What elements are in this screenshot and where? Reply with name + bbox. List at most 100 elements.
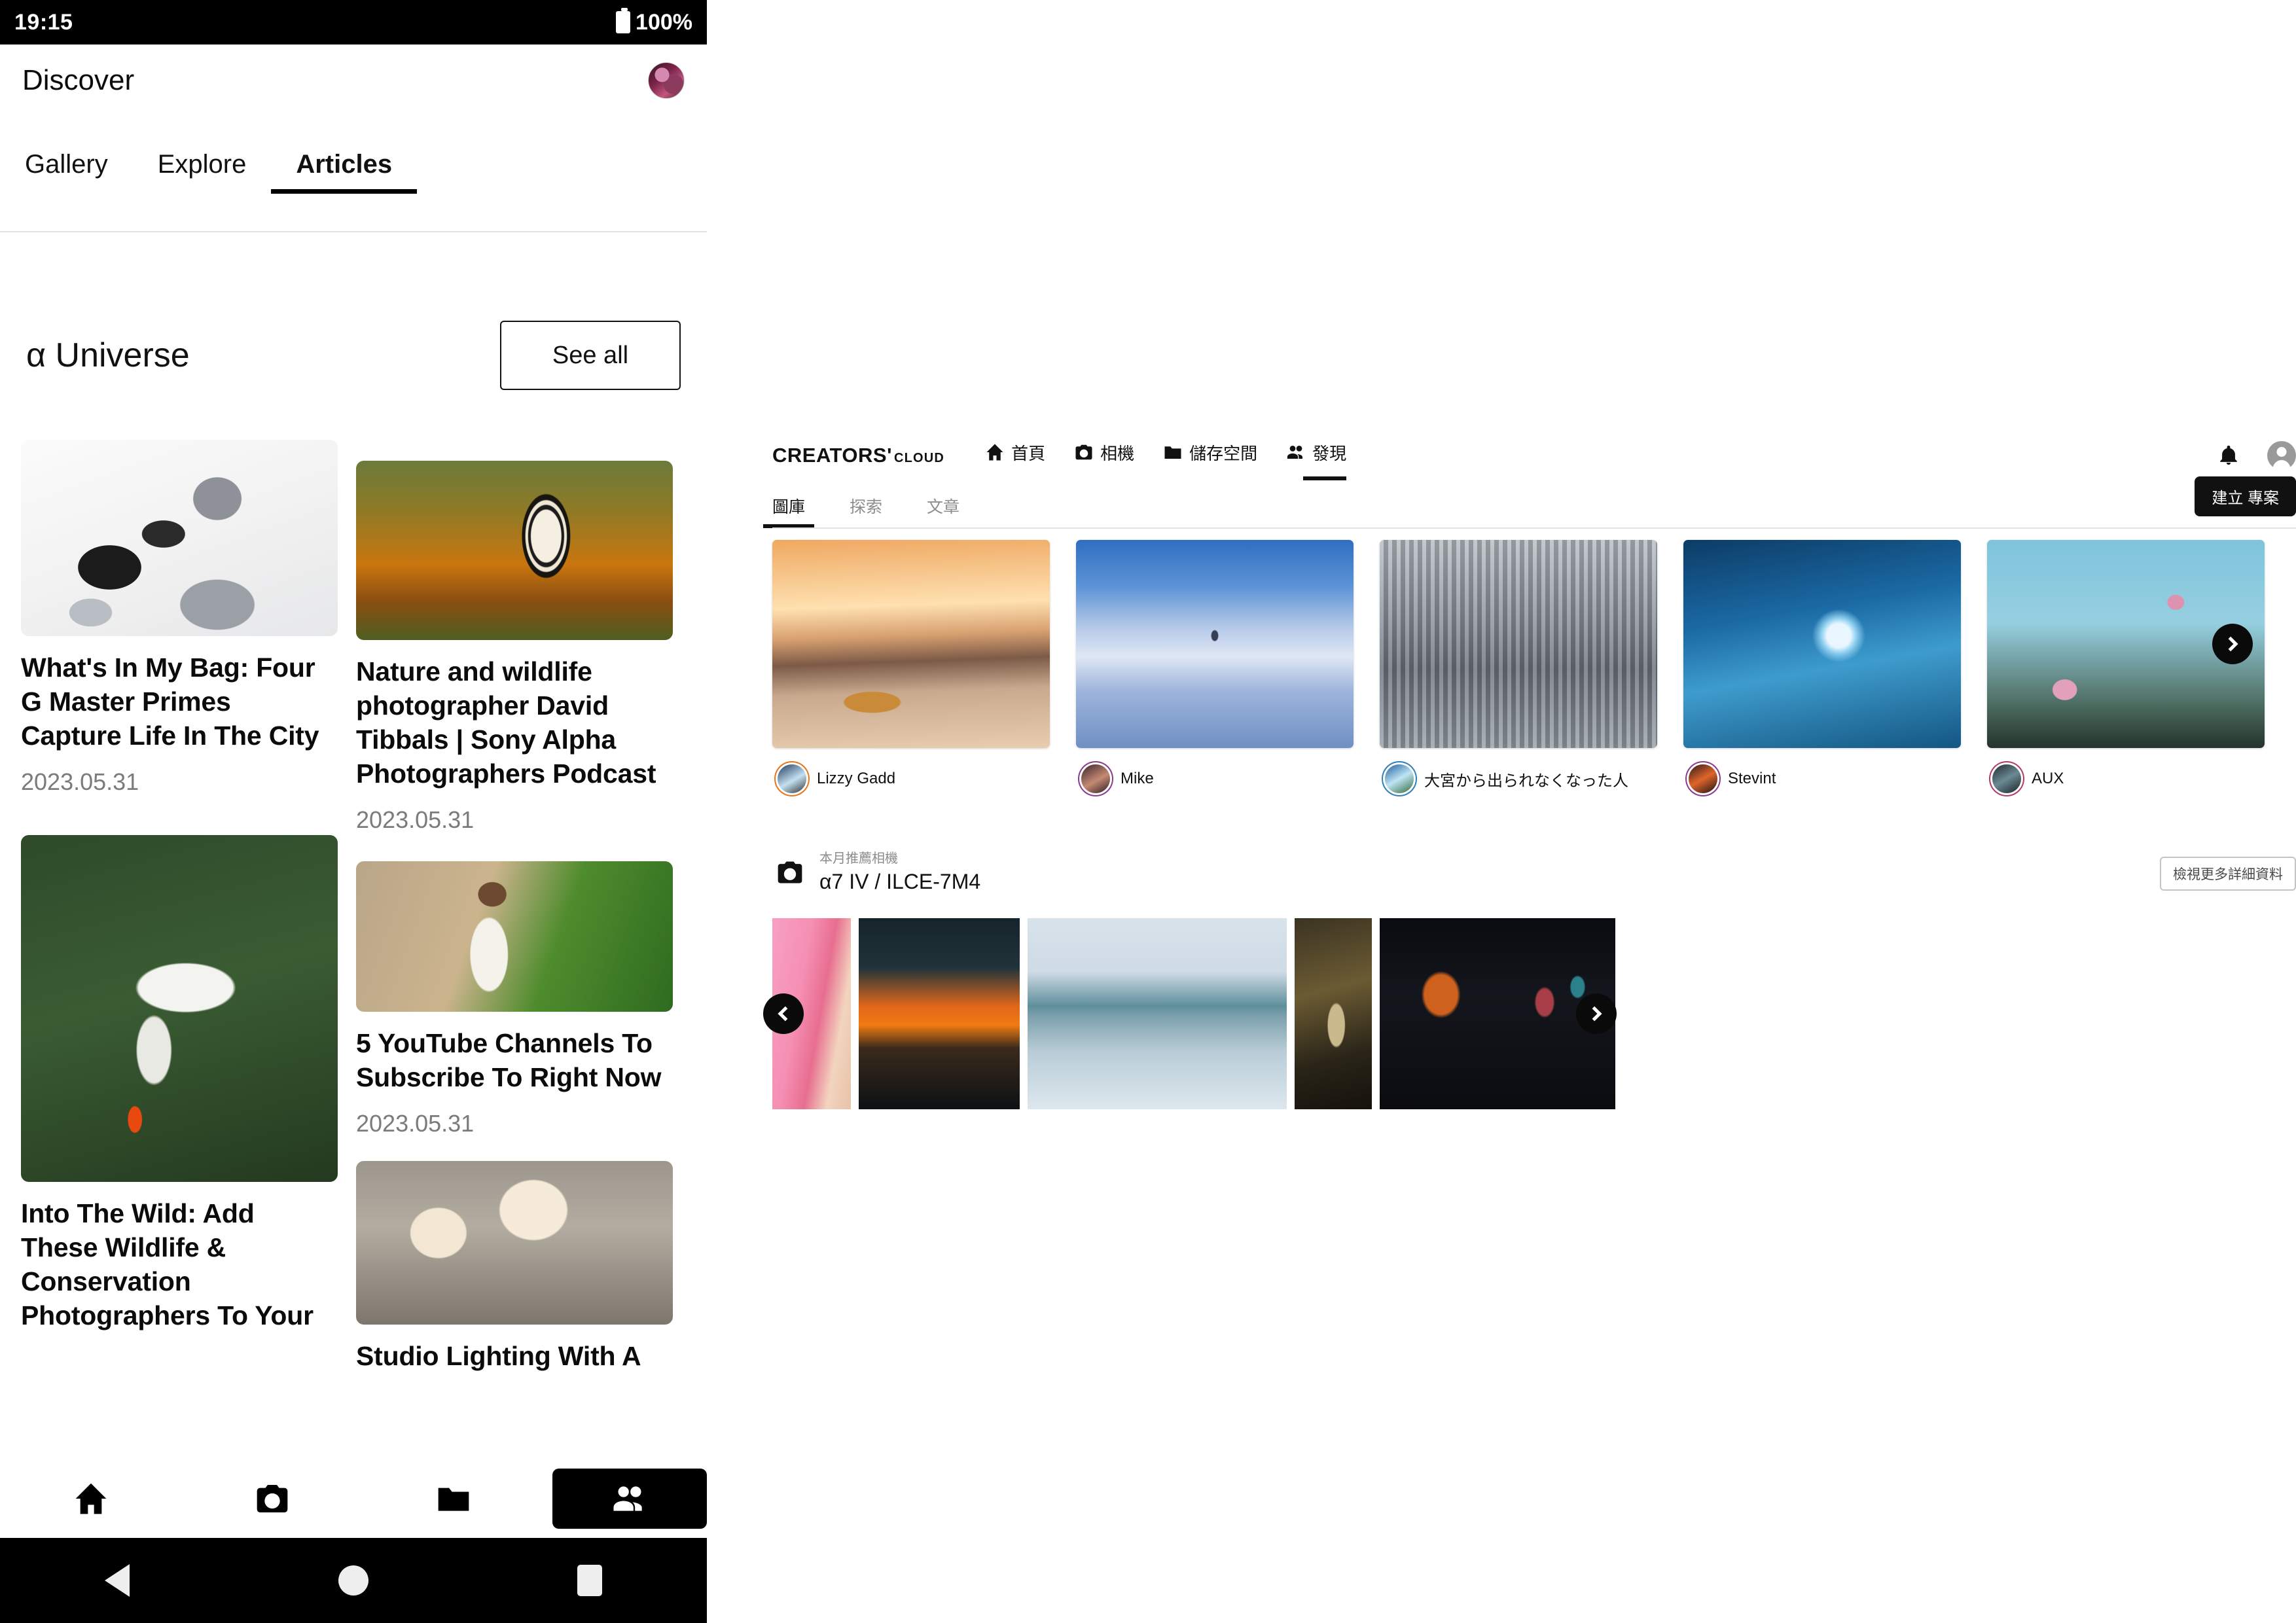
nav-item-storage[interactable]: 儲存空間 (1163, 440, 1257, 471)
subtab-gallery[interactable]: 圖庫 (762, 494, 815, 528)
subtab-articles[interactable]: 文章 (927, 494, 960, 528)
user-avatar[interactable] (648, 62, 685, 99)
nav-item-camera-label: 相機 (1100, 443, 1135, 463)
chevron-right-icon (1587, 1006, 1602, 1022)
article-card[interactable]: Nature and wildlife photographer David T… (356, 461, 673, 834)
tabs-divider (0, 231, 707, 232)
nav-item-storage-label: 儲存空間 (1189, 443, 1258, 463)
zebra-image (356, 461, 673, 640)
account-circle-icon[interactable] (2267, 441, 2296, 470)
gallery-author[interactable]: 大宮から出られなくなった人 (1385, 764, 1628, 793)
tab-explore-label: Explore (157, 150, 247, 179)
camera-photo[interactable] (1028, 918, 1287, 1109)
article-card[interactable]: 5 YouTube Channels To Subscribe To Right… (356, 861, 673, 1137)
article-title: Nature and wildlife photographer David T… (356, 656, 656, 789)
web-subtabs: 圖庫 探索 文章 (762, 488, 2296, 528)
status-bar-battery: 100% (636, 9, 692, 35)
subtab-explore[interactable]: 探索 (850, 494, 882, 528)
camera-text-block: 本月推薦相機 α7 IV / ILCE-7M4 (819, 851, 980, 894)
camera-bag-flatlay-image (21, 440, 338, 636)
home-icon (75, 1483, 106, 1514)
article-card[interactable]: Into The Wild: Add These Wildlife & Cons… (21, 835, 338, 1332)
avatar (1385, 764, 1414, 793)
article-title: Studio Lighting With A (356, 1341, 641, 1372)
studio-lighting-image (356, 1161, 673, 1325)
gallery-photo[interactable] (1683, 540, 1961, 748)
gallery-author-name: Mike (1121, 770, 1154, 787)
page-title: Discover (22, 64, 135, 96)
camera-photo[interactable] (859, 918, 1020, 1109)
mobile-app-panel: 19:15 100% Discover Gallery Explore Arti… (0, 0, 707, 1623)
article-title: 5 YouTube Channels To Subscribe To Right… (356, 1028, 662, 1093)
web-app-panel: CREATORS' CLOUD 首頁 相機 儲存空間 發現 建立 專案 圖庫 探… (707, 0, 2296, 1623)
bottom-nav-folder[interactable] (363, 1459, 545, 1538)
gallery-author[interactable]: Stevint (1689, 764, 1776, 793)
article-date: 2023.05.31 (356, 1110, 475, 1137)
gallery-photo[interactable] (1380, 540, 1657, 748)
tern-bird-image (21, 835, 338, 1183)
gallery-next-button[interactable] (2212, 624, 2253, 664)
battery-full-icon (616, 8, 631, 33)
gallery-photo[interactable] (772, 540, 1050, 748)
bottom-nav-home[interactable] (0, 1459, 181, 1538)
camera-next-button[interactable] (1576, 993, 1617, 1034)
bottom-nav-people[interactable] (552, 1469, 707, 1529)
camera-prev-button[interactable] (763, 993, 804, 1034)
tab-articles[interactable]: Articles (271, 150, 417, 194)
gallery-author-name: AUX (2032, 770, 2064, 787)
logo-sub-text: CLOUD (893, 451, 945, 465)
status-bar-right: 100% (616, 8, 692, 35)
camera-photo[interactable] (1295, 918, 1372, 1109)
nav-item-discover-label: 發現 (1312, 443, 1347, 463)
subtabs-divider (772, 527, 2296, 529)
web-header-actions (2217, 441, 2296, 470)
creators-cloud-logo[interactable]: CREATORS' CLOUD (772, 444, 944, 467)
home-circle-icon[interactable] (338, 1565, 368, 1596)
gallery-authors-row: Lizzy Gadd Mike 大宮から出られなくなった人 Stevint AU… (772, 764, 2296, 804)
people-icon (1287, 446, 1303, 459)
article-title: What's In My Bag: Four G Master Primes C… (21, 652, 319, 751)
home-icon (986, 444, 1003, 461)
recents-square-icon[interactable] (577, 1565, 603, 1596)
article-date: 2023.05.31 (356, 806, 475, 834)
view-details-button[interactable]: 檢視更多詳細資料 (2160, 857, 2296, 891)
camera-model-name: α7 IV / ILCE-7M4 (819, 869, 981, 893)
camera-icon (257, 1485, 288, 1512)
nav-item-camera[interactable]: 相機 (1074, 440, 1134, 471)
gallery-author[interactable]: Mike (1081, 764, 1154, 793)
status-bar: 19:15 100% (0, 0, 707, 45)
chevron-left-icon (778, 1006, 793, 1022)
gallery-author[interactable]: AUX (1992, 764, 2064, 793)
web-header: CREATORS' CLOUD 首頁 相機 儲存空間 發現 (772, 424, 2296, 487)
tab-articles-label: Articles (271, 150, 417, 194)
section-header: α Universe See all (0, 321, 707, 390)
camera-icon (778, 861, 802, 883)
avatar (1081, 764, 1110, 793)
avatar (1689, 764, 1717, 793)
article-card[interactable]: What's In My Bag: Four G Master Primes C… (21, 440, 338, 796)
nav-item-home[interactable]: 首頁 (985, 440, 1045, 471)
article-card[interactable]: Studio Lighting With A (356, 1161, 673, 1373)
bottom-nav-camera[interactable] (181, 1459, 363, 1538)
people-icon (613, 1486, 642, 1511)
screenshot-root: 19:15 100% Discover Gallery Explore Arti… (0, 0, 2296, 1623)
gallery-author[interactable]: Lizzy Gadd (778, 764, 895, 793)
bell-icon[interactable] (2217, 444, 2240, 467)
see-all-button[interactable]: See all (500, 321, 681, 390)
back-triangle-icon[interactable] (104, 1564, 130, 1597)
camera-subtitle: 本月推薦相機 (819, 851, 898, 866)
gallery-author-name: Stevint (1728, 770, 1776, 787)
article-date: 2023.05.31 (21, 768, 139, 796)
logo-main-text: CREATORS' (772, 444, 892, 467)
nav-item-discover[interactable]: 發現 (1286, 440, 1347, 480)
tab-gallery-label: Gallery (25, 150, 108, 179)
mobile-bottom-nav (0, 1459, 707, 1538)
tab-gallery[interactable]: Gallery (0, 150, 133, 194)
gallery-photo[interactable] (1076, 540, 1354, 748)
recommended-camera-header: 本月推薦相機 α7 IV / ILCE-7M4 (772, 846, 2296, 899)
gallery-carousel (772, 540, 2296, 756)
section-title: α Universe (26, 336, 190, 374)
tab-explore[interactable]: Explore (133, 150, 272, 194)
gallery-author-name: 大宮から出られなくなった人 (1424, 772, 1628, 790)
android-system-nav (0, 1538, 707, 1623)
